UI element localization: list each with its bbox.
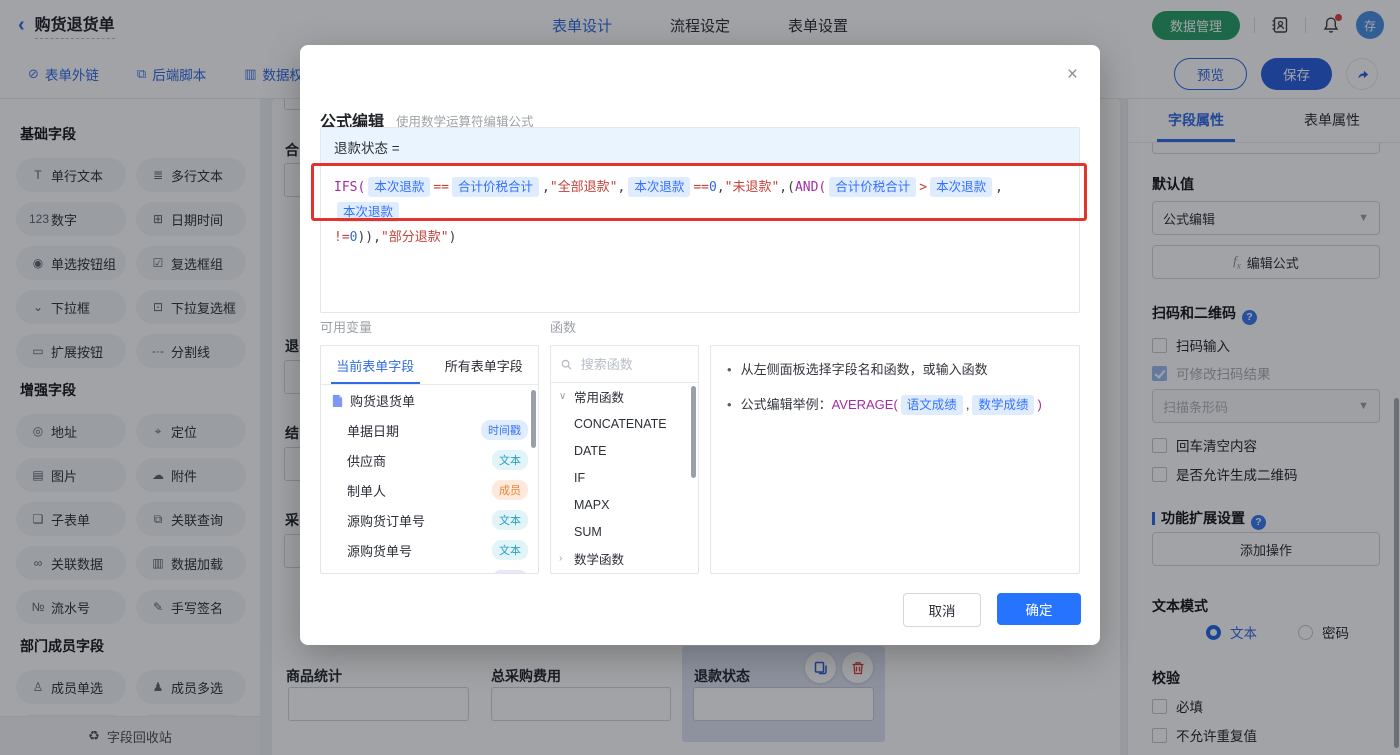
form-tree-root[interactable]: 购货退货单 [321,385,538,415]
formula-target: 退款状态 = [321,128,1079,166]
variables-panel: 当前表单字段 所有表单字段 购货退货单 单据日期 时间戳 供应商 文本 制单人 成员 源购货… [320,345,539,574]
formula-token: ) [448,230,457,245]
functions-panel: ∨ 常用函数 CONCATENATE DATE IF MAPX SUM › 数学函数 ›文本函数 [550,345,699,574]
help-example: 公式编辑举例：AVERAGE(语文成绩, 数学成绩) [741,394,1042,415]
type-badge: 文本 [492,450,528,470]
help-panel: • 从左侧面板选择字段名和函数，或输入函数 • 公式编辑举例：AVERAGE(语… [710,345,1080,574]
formula-token: , [995,180,1003,195]
variable-row[interactable]: 源购货订单号 文本 [321,505,538,535]
type-badge: 成员 [492,480,528,500]
formula-token: != [334,230,350,245]
field-chip: 语文成绩 [900,394,963,415]
formula-token: , [617,180,626,195]
type-badge: 数组 [492,570,528,573]
variable-name: 源购货单号 [347,543,413,559]
formula-token: , [716,180,725,195]
bullet: • [727,396,732,412]
formula-token: == [693,180,709,195]
formula-token: == [433,180,449,195]
function-name: MAPX [574,497,610,512]
function-group-label: 常用函数 [574,391,625,405]
variable-row[interactable]: 供应商 文本 [321,445,538,475]
variable-name: 单据日期 [347,423,400,439]
variable-name: 制单人 [347,483,387,499]
cancel-button[interactable]: 取消 [903,593,981,627]
function-item[interactable]: IF [551,464,698,491]
function-search-input[interactable] [578,355,688,373]
panel-scrollbar[interactable] [691,386,696,478]
tab-current-form-fields[interactable]: 当前表单字段 [321,346,430,384]
variable-row[interactable]: 制单人 成员 [321,475,538,505]
field-chip: 本次退款 [930,177,993,197]
variable-name: 源购货订单号 [347,513,426,529]
formula-edit-modal: 公式编辑 使用数学运算符编辑公式 × 退款状态 = IFS(本次退款 == 合计价税… [300,45,1100,645]
function-group-expanded[interactable]: ∨ 常用函数 [551,383,698,410]
formula-token: )), [357,230,381,245]
function-search [551,346,698,383]
formula-token: ) [1037,396,1042,412]
panel-scrollbar[interactable] [531,390,536,448]
field-chip: 合计价税合计 [451,177,539,197]
variables-label: 可用变量 [320,320,373,335]
field-chip: 本次退款 [368,177,431,197]
formula-token: AND( [794,180,827,195]
field-chip: 数学成绩 [972,394,1035,415]
function-name: DATE [574,443,607,458]
function-item[interactable]: MAPX [551,491,698,518]
field-chip: 合计价税合计 [829,177,917,197]
search-icon [561,359,572,369]
formula-token: , [965,396,970,412]
variable-name: 退货明细.商品条形码 [347,571,486,574]
function-name: CONCATENATE [574,416,667,431]
document-icon [332,394,343,407]
formula-token: "部分退款" [380,230,449,245]
formula-token: > [919,180,928,195]
variable-name: 供应商 [347,453,387,469]
formula-editor: 退款状态 = IFS(本次退款 == 合计价税合计 ,"全部退款", 本次退款 ==0,"… [320,127,1080,313]
functions-label: 函数 [550,320,577,335]
chevron-right-icon: › [559,553,563,564]
function-group-label: 数学函数 [574,553,625,567]
formula-token: 0 [708,180,717,195]
formula-token: ,( [779,180,795,195]
function-item[interactable]: SUM [551,518,698,545]
formula-token: , [542,180,550,195]
function-group-collapsed[interactable]: ›文本函数 [551,572,698,573]
type-badge: 时间戳 [481,420,528,440]
chevron-down-icon: ∨ [559,391,567,402]
variable-row[interactable]: 退货明细.商品条形码 数组 [321,565,538,574]
formula-token: "全部退款" [549,180,618,195]
close-icon[interactable]: × [1067,65,1078,84]
formula-token: IFS( [334,180,366,195]
help-text: 从左侧面板选择字段名和函数，或输入函数 [740,362,988,377]
formula-token: "未退款" [724,180,780,195]
function-group-collapsed[interactable]: › 数学函数 [551,545,698,572]
variable-row[interactable]: 源购货单号 文本 [321,535,538,565]
function-name: IF [574,470,586,485]
function-item[interactable]: CONCATENATE [551,410,698,437]
formula-input-area[interactable]: IFS(本次退款 == 合计价税合计 ,"全部退款", 本次退款 ==0,"未退款",(A… [321,166,1079,259]
bullet: • [727,362,732,377]
confirm-button[interactable]: 确定 [997,593,1081,625]
type-badge: 文本 [492,510,528,530]
function-item[interactable]: DATE [551,437,698,464]
field-chip: 本次退款 [337,202,400,222]
variable-row[interactable]: 单据日期 时间戳 [321,415,538,445]
function-name: SUM [574,524,602,539]
type-badge: 文本 [492,540,528,560]
field-chip: 本次退款 [628,177,691,197]
formula-token: AVERAGE( [831,396,898,412]
tab-all-form-fields[interactable]: 所有表单字段 [430,346,539,384]
